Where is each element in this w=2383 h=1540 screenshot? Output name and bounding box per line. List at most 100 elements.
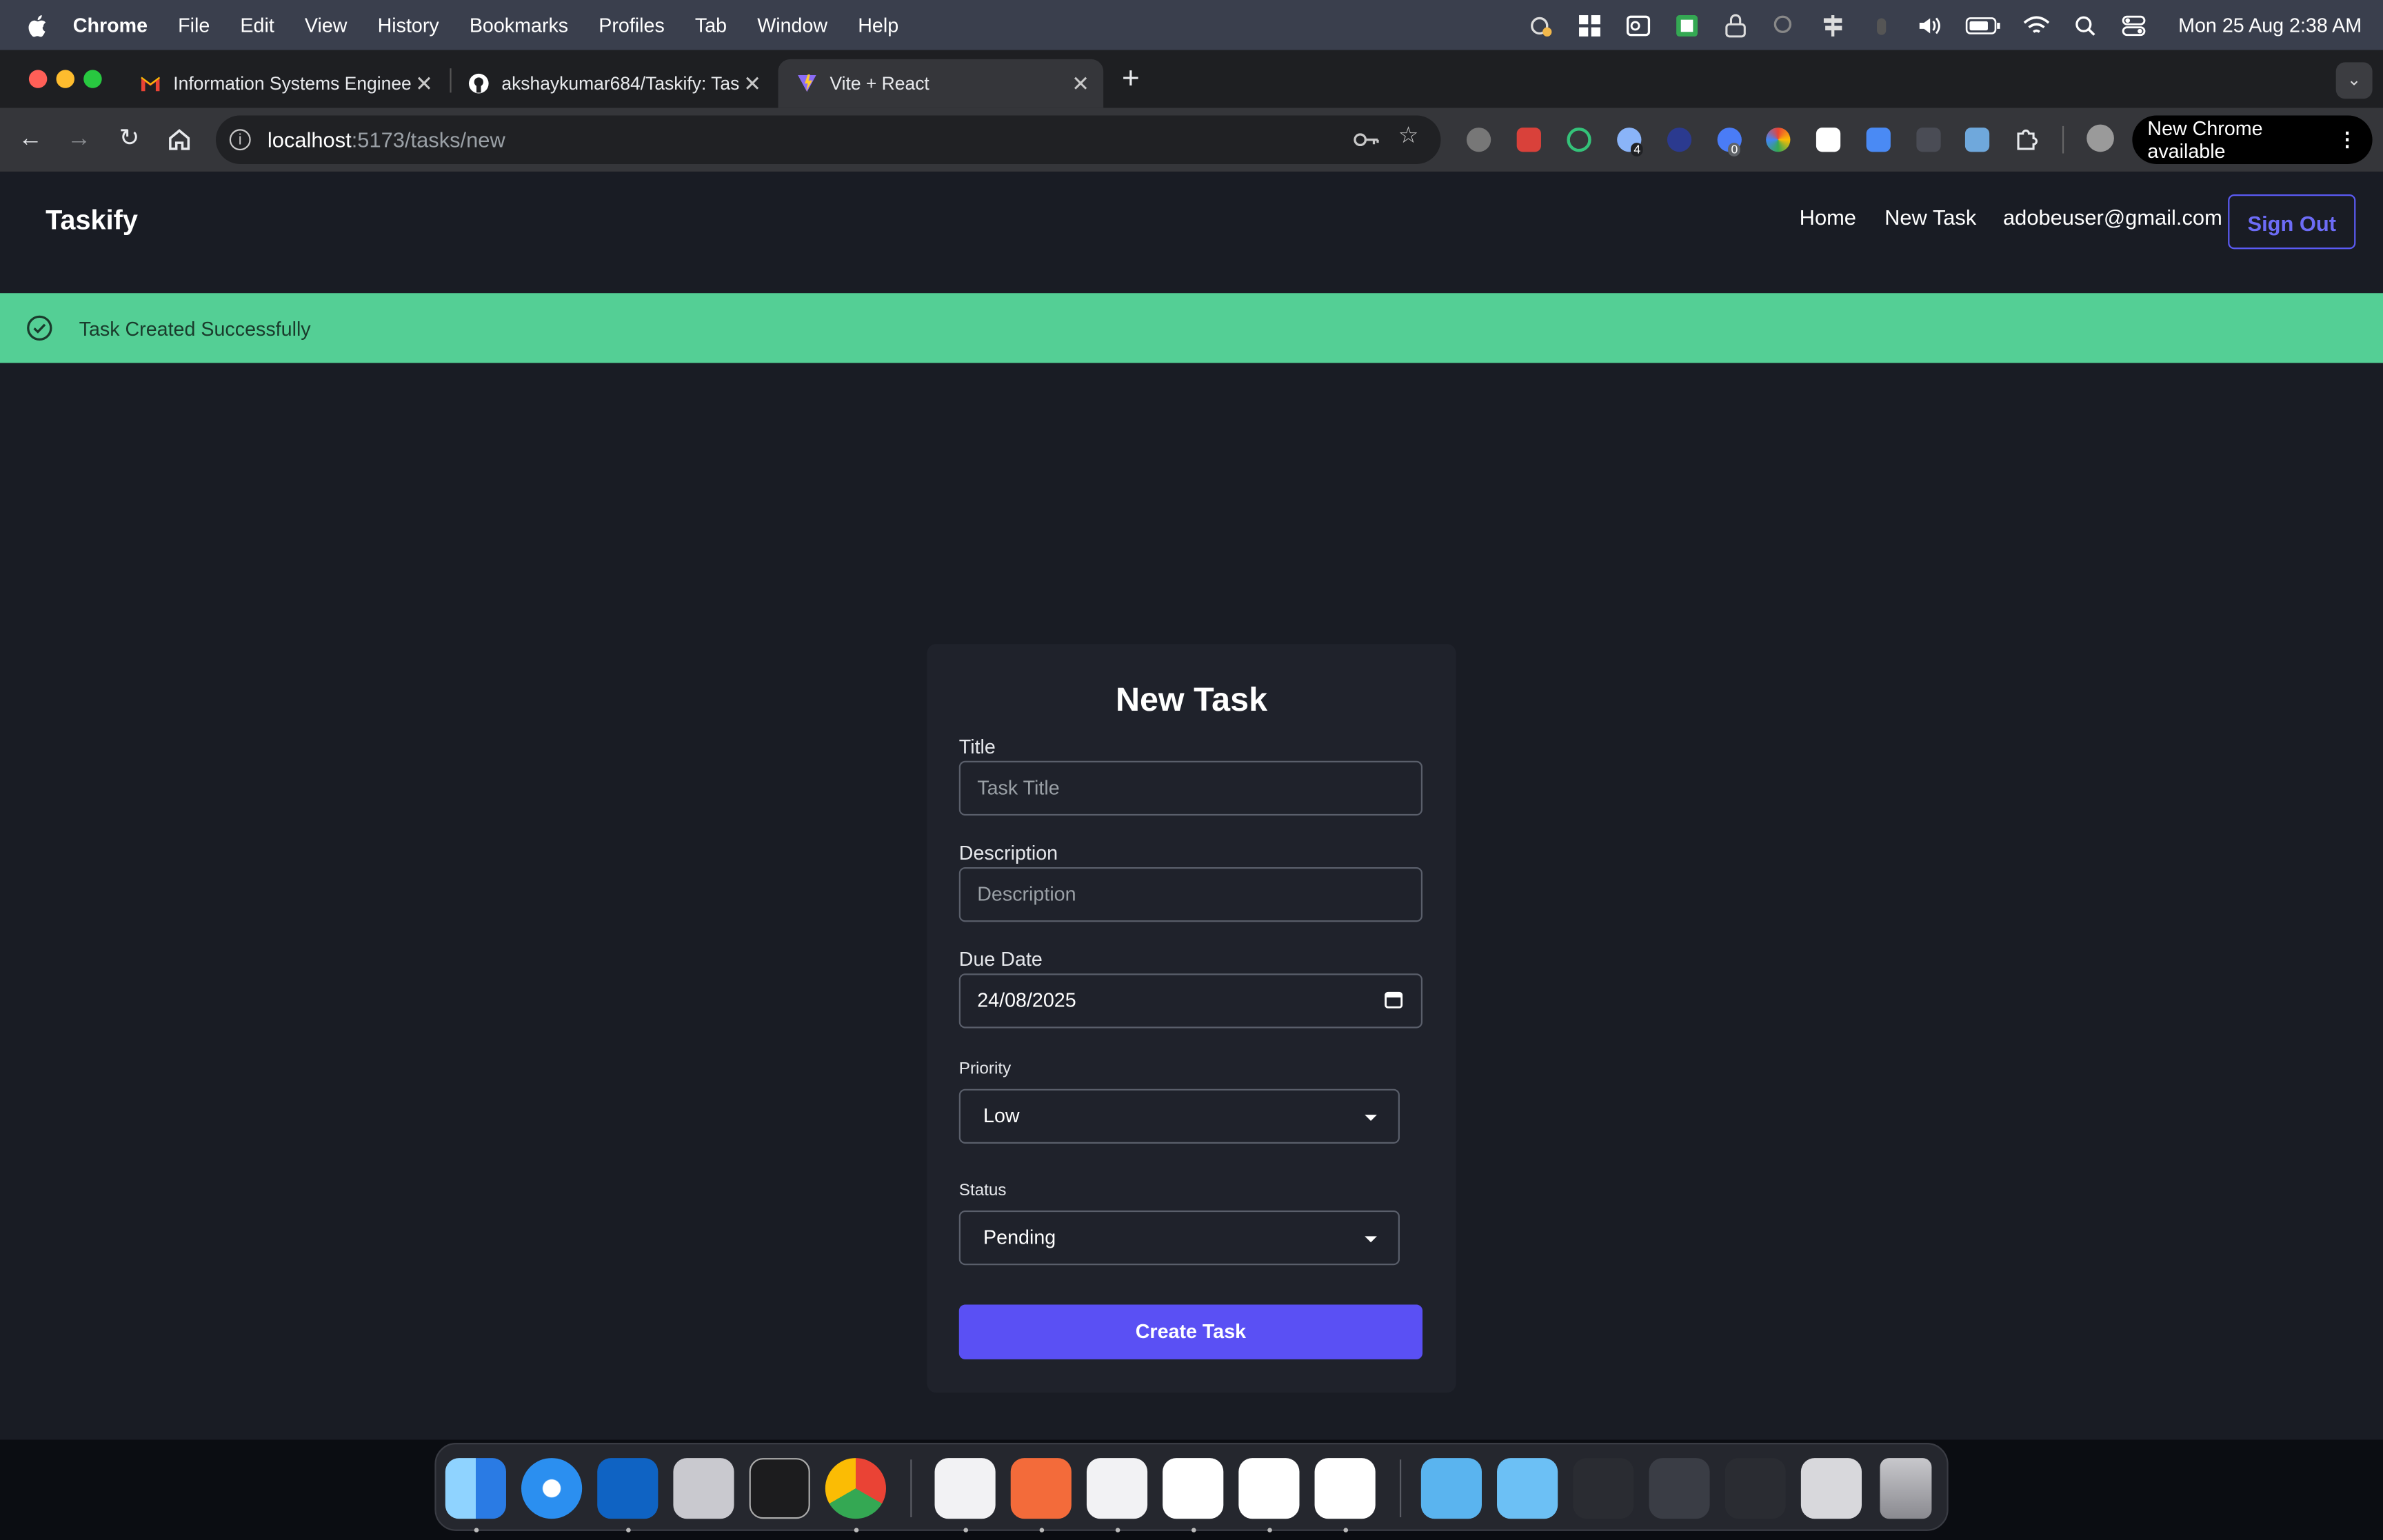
- extension-9-icon[interactable]: [1866, 128, 1891, 152]
- lock-status-icon[interactable]: [1722, 13, 1750, 37]
- wifi-icon[interactable]: [2023, 13, 2051, 37]
- chevron-down-icon: [1365, 1236, 1377, 1243]
- sign-out-button[interactable]: Sign Out: [2228, 194, 2356, 250]
- safari-icon[interactable]: [521, 1458, 583, 1519]
- signpost-icon[interactable]: [1820, 13, 1847, 37]
- close-tab-icon[interactable]: ✕: [1070, 70, 1092, 96]
- browser-tab-gmail[interactable]: Information Systems Enginee ✕: [121, 59, 447, 108]
- extension-7-icon[interactable]: [1766, 128, 1791, 152]
- extension-10-icon[interactable]: [1916, 128, 1941, 152]
- menu-help[interactable]: Help: [858, 14, 898, 37]
- reload-button[interactable]: ↻: [112, 123, 145, 156]
- extensions-puzzle-icon[interactable]: [2013, 128, 2038, 152]
- menu-profiles[interactable]: Profiles: [599, 14, 665, 37]
- outlook-icon[interactable]: [597, 1458, 658, 1519]
- windows-grid-icon[interactable]: [1576, 13, 1604, 37]
- outlook-status-icon[interactable]: [1625, 13, 1653, 37]
- windows-app-icon[interactable]: [934, 1458, 996, 1519]
- extension-2-icon[interactable]: [1516, 128, 1541, 152]
- extension-5-icon[interactable]: [1667, 128, 1692, 152]
- menu-history[interactable]: History: [378, 14, 439, 37]
- volume-icon[interactable]: [1917, 13, 1944, 37]
- description-label: Description: [958, 841, 1058, 864]
- extension-1-icon[interactable]: [1466, 128, 1491, 152]
- menu-app-name[interactable]: Chrome: [73, 14, 148, 37]
- extension-6-badge: 0: [1728, 143, 1741, 156]
- trash-icon[interactable]: [1880, 1458, 1932, 1519]
- minimize-window-button[interactable]: [56, 70, 75, 88]
- dock-divider: [1399, 1459, 1402, 1517]
- browser-tab-vite[interactable]: Vite + React ✕: [778, 59, 1104, 108]
- description-input[interactable]: Description: [958, 867, 1423, 922]
- chrome-update-label: New Chrome available: [2147, 116, 2263, 163]
- minimized-window-icon[interactable]: [1800, 1458, 1862, 1519]
- close-window-button[interactable]: [28, 70, 48, 88]
- applications-folder-icon[interactable]: [1420, 1458, 1482, 1519]
- tab-search-button[interactable]: ⌄: [2335, 62, 2373, 99]
- status-select[interactable]: Pending: [958, 1210, 1400, 1266]
- due-date-value: 24/08/2025: [977, 989, 1076, 1012]
- hand-icon[interactable]: [1868, 13, 1896, 37]
- nav-new-task-link[interactable]: New Task: [1884, 205, 1976, 229]
- extension-8-icon[interactable]: [1816, 128, 1841, 152]
- priority-select[interactable]: Low: [958, 1088, 1400, 1144]
- nav-home-link[interactable]: Home: [1800, 205, 1856, 229]
- toast-message: Task Created Successfully: [79, 316, 311, 340]
- new-tab-button[interactable]: +: [1116, 61, 1146, 97]
- browser-toolbar: ← → ↻ i localhost:5173/tasks/new ☆ 4 0 N…: [0, 108, 2383, 172]
- due-date-input[interactable]: 24/08/2025: [958, 973, 1423, 1029]
- vscode-icon[interactable]: [1086, 1458, 1148, 1519]
- bookmark-star-icon[interactable]: ☆: [1398, 121, 1419, 148]
- menu-bookmarks[interactable]: Bookmarks: [470, 14, 568, 37]
- minimized-window-icon[interactable]: [1649, 1458, 1710, 1519]
- postman-icon[interactable]: [1010, 1458, 1072, 1519]
- magnifier-status-icon[interactable]: [1771, 13, 1798, 37]
- minimized-window-icon[interactable]: [1725, 1458, 1786, 1519]
- close-tab-icon[interactable]: ✕: [742, 70, 763, 96]
- control-center-icon[interactable]: [2120, 13, 2148, 37]
- site-info-icon[interactable]: i: [229, 129, 251, 151]
- battery-icon[interactable]: [1966, 13, 2002, 37]
- documents-folder-icon[interactable]: [1497, 1458, 1558, 1519]
- menu-edit[interactable]: Edit: [240, 14, 274, 37]
- close-tab-icon[interactable]: ✕: [414, 70, 435, 96]
- back-button[interactable]: ←: [14, 123, 47, 156]
- spotlight-search-icon[interactable]: [2072, 13, 2100, 37]
- menu-window[interactable]: Window: [757, 14, 827, 37]
- running-indicator: [963, 1528, 969, 1533]
- create-task-button[interactable]: Create Task: [958, 1304, 1423, 1359]
- chrome-icon[interactable]: [825, 1458, 886, 1519]
- browser-tab-github[interactable]: akshaykumar684/Taskify: Tas ✕: [450, 59, 775, 108]
- menubar-clock[interactable]: Mon 25 Aug 2:38 AM: [2178, 14, 2362, 37]
- zoom-window-button[interactable]: [83, 70, 102, 88]
- app-page: Taskify Home New Task adobeuser@gmail.co…: [0, 171, 2383, 1440]
- cloud-sync-icon[interactable]: [1528, 13, 1556, 37]
- brand-logo[interactable]: Taskify: [46, 205, 138, 236]
- apple-icon[interactable]: [24, 12, 52, 39]
- minimized-window-icon[interactable]: [1573, 1458, 1634, 1519]
- home-icon[interactable]: [163, 123, 196, 156]
- password-key-icon[interactable]: [1353, 126, 1380, 154]
- extension-3-icon[interactable]: [1567, 128, 1591, 152]
- extension-11-icon[interactable]: [1964, 128, 1990, 152]
- chrome-update-button[interactable]: New Chrome available ⋮: [2132, 115, 2373, 164]
- calendar-icon[interactable]: [1385, 990, 1403, 1009]
- menu-tab[interactable]: Tab: [695, 14, 727, 37]
- teams-icon[interactable]: [1314, 1458, 1376, 1519]
- forward-button[interactable]: →: [62, 123, 95, 156]
- form-heading: New Task: [1115, 680, 1268, 719]
- profile-avatar[interactable]: [2087, 124, 2114, 152]
- menu-view[interactable]: View: [305, 14, 348, 37]
- keychain-icon[interactable]: [749, 1458, 810, 1519]
- sheets-status-icon[interactable]: [1673, 13, 1701, 37]
- launchpad-icon[interactable]: [673, 1458, 734, 1519]
- browser-tabstrip: Information Systems Enginee ✕ akshaykuma…: [0, 50, 2383, 108]
- title-input[interactable]: Task Title: [958, 760, 1423, 816]
- address-bar[interactable]: i localhost:5173/tasks/new: [215, 115, 1441, 164]
- word-icon[interactable]: [1238, 1458, 1300, 1519]
- status-value: Pending: [983, 1225, 1056, 1249]
- more-menu-icon[interactable]: ⋮: [2337, 128, 2357, 152]
- mongodb-compass-icon[interactable]: [1163, 1458, 1224, 1519]
- menu-file[interactable]: File: [178, 14, 210, 37]
- finder-icon[interactable]: [445, 1458, 506, 1519]
